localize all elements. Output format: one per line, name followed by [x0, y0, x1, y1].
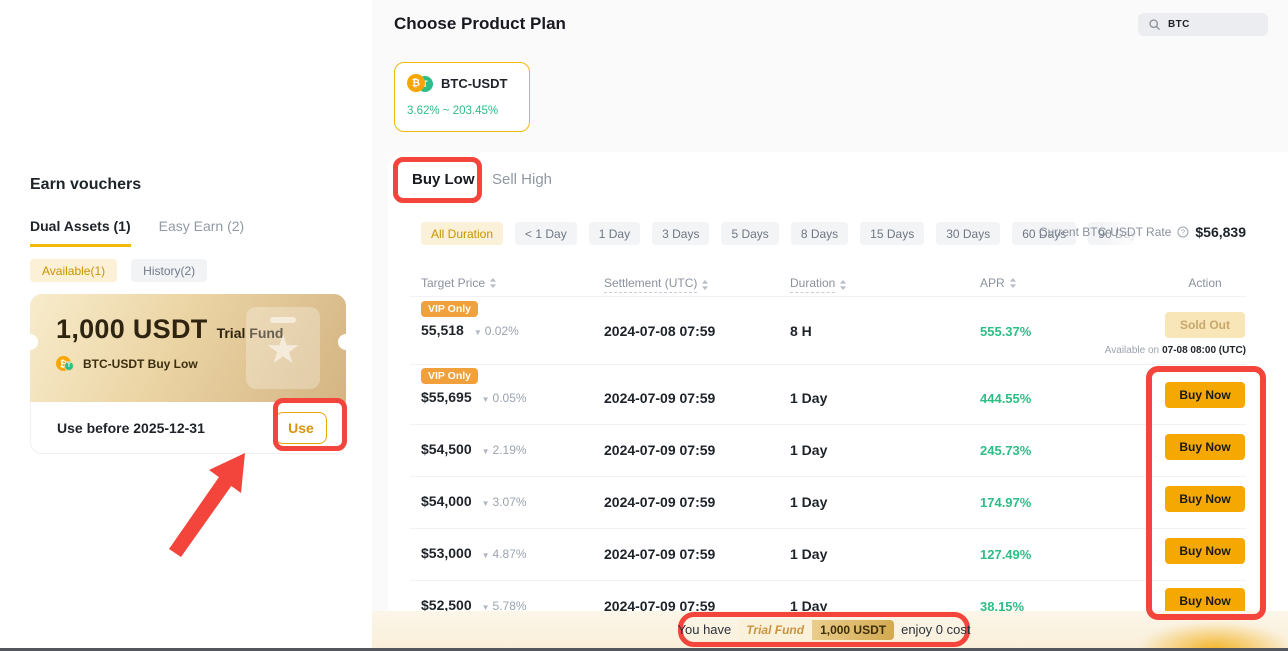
- use-button[interactable]: Use: [275, 412, 327, 444]
- apr-cell: 555.37%: [980, 324, 1031, 339]
- price-down-icon: ▼: [474, 328, 482, 337]
- table-row: $53,000▼4.87% 2024-07-09 07:59 1 Day 127…: [388, 540, 1288, 592]
- product-pair: BTC-USDT: [441, 76, 507, 91]
- chip-8-days[interactable]: 8 Days: [791, 222, 848, 245]
- filter-available[interactable]: Available(1): [30, 259, 117, 282]
- earn-vouchers-title: Earn vouchers: [30, 176, 141, 194]
- btc-usdt-pair-icon: ₿T: [407, 74, 433, 93]
- settlement-cell: 2024-07-09 07:59: [604, 494, 715, 510]
- settlement-cell: 2024-07-08 07:59: [604, 323, 715, 339]
- voucher-amount: 1,000 USDT: [56, 314, 208, 345]
- price-down-icon: ▼: [482, 499, 490, 508]
- chip-15-days[interactable]: 15 Days: [860, 222, 924, 245]
- chip-lt-1-day[interactable]: < 1 Day: [515, 222, 577, 245]
- voucher-product: BTC-USDT Buy Low: [83, 357, 198, 371]
- search-icon: [1148, 18, 1161, 31]
- target-price-cell: 55,518▼0.02%: [421, 322, 519, 338]
- vip-only-badge: VIP Only: [421, 301, 478, 317]
- header-target-price[interactable]: Target Price: [421, 276, 497, 290]
- sort-icon: [701, 279, 709, 291]
- buy-now-button[interactable]: Buy Now: [1165, 382, 1245, 408]
- vip-only-badge: VIP Only: [421, 368, 478, 384]
- page-title: Choose Product Plan: [394, 14, 566, 34]
- price-down-icon: ▼: [482, 395, 490, 404]
- search-value: BTC: [1168, 19, 1190, 30]
- filter-history[interactable]: History(2): [131, 259, 207, 282]
- chip-3-days[interactable]: 3 Days: [652, 222, 709, 245]
- settlement-cell: 2024-07-09 07:59: [604, 390, 715, 406]
- btc-usdt-coin-icon: ₿T: [56, 356, 76, 372]
- current-rate: Current BTC-USDT Rate ? $56,839: [1039, 224, 1246, 240]
- tab-buy-low[interactable]: Buy Low: [412, 171, 475, 188]
- buy-now-button[interactable]: Buy Now: [1165, 538, 1245, 564]
- chip-all-duration[interactable]: All Duration: [421, 222, 503, 245]
- apr-cell: 444.55%: [980, 391, 1031, 406]
- current-rate-label: Current BTC-USDT Rate: [1039, 225, 1171, 239]
- voucher-filters: Available(1) History(2): [30, 259, 207, 282]
- header-duration[interactable]: Duration: [790, 276, 847, 293]
- available-on-note: Available on07-08 08:00 (UTC): [1105, 345, 1246, 356]
- buy-now-button[interactable]: Buy Now: [1165, 434, 1245, 460]
- table-row: $54,500▼2.19% 2024-07-09 07:59 1 Day 245…: [388, 436, 1288, 488]
- header-action: Action: [1165, 276, 1245, 290]
- product-apr-range: 3.62% ~ 203.45%: [407, 105, 517, 117]
- sort-icon: [1009, 277, 1017, 289]
- chip-30-days[interactable]: 30 Days: [936, 222, 1000, 245]
- table-row: $54,000▼3.07% 2024-07-09 07:59 1 Day 174…: [388, 488, 1288, 540]
- product-card-btc-usdt[interactable]: ₿T BTC-USDT 3.62% ~ 203.45%: [394, 62, 530, 132]
- chip-5-days[interactable]: 5 Days: [721, 222, 778, 245]
- table-row: VIP Only $55,695▼0.05% 2024-07-09 07:59 …: [388, 368, 1288, 424]
- tab-sell-high[interactable]: Sell High: [492, 171, 552, 188]
- target-price-cell: $54,000▼3.07%: [421, 493, 527, 509]
- apr-cell: 174.97%: [980, 495, 1031, 510]
- sort-icon: [489, 277, 497, 289]
- tab-easy-earn[interactable]: Easy Earn (2): [159, 218, 245, 247]
- table-row: VIP Only 55,518▼0.02% 2024-07-08 07:59 8…: [388, 301, 1288, 363]
- sort-icon: [839, 279, 847, 291]
- apr-cell: 245.73%: [980, 443, 1031, 458]
- voucher-tabs: Dual Assets (1) Easy Earn (2): [30, 218, 244, 247]
- tab-dual-assets[interactable]: Dual Assets (1): [30, 218, 131, 247]
- target-price-cell: $54,500▼2.19%: [421, 441, 527, 457]
- header-settlement[interactable]: Settlement (UTC): [604, 276, 709, 293]
- header-apr[interactable]: APR: [980, 276, 1017, 290]
- duration-cell: 1 Day: [790, 390, 827, 406]
- buy-now-button[interactable]: Buy Now: [1165, 486, 1245, 512]
- ticket-icon: ★: [246, 307, 320, 389]
- target-price-cell: $55,695▼0.05%: [421, 389, 527, 405]
- screen: Earn vouchers Dual Assets (1) Easy Earn …: [0, 0, 1288, 651]
- svg-text:?: ?: [1181, 228, 1185, 237]
- footer-glow: [1135, 620, 1288, 651]
- duration-cell: 1 Day: [790, 494, 827, 510]
- duration-cell: 1 Day: [790, 442, 827, 458]
- duration-cell: 1 Day: [790, 546, 827, 562]
- apr-cell: 127.49%: [980, 547, 1031, 562]
- sold-out-button[interactable]: Sold Out: [1165, 312, 1245, 338]
- price-down-icon: ▼: [482, 447, 490, 456]
- voucher-card-top: 1,000 USDT Trial Fund ₿T BTC-USDT Buy Lo…: [30, 294, 346, 402]
- price-down-icon: ▼: [482, 551, 490, 560]
- target-price-cell: $53,000▼4.87%: [421, 545, 527, 561]
- annotation-arrow: [145, 425, 275, 565]
- duration-cell: 8 H: [790, 323, 812, 339]
- current-rate-value: $56,839: [1195, 224, 1246, 240]
- settlement-cell: 2024-07-09 07:59: [604, 442, 715, 458]
- chip-1-day[interactable]: 1 Day: [589, 222, 640, 245]
- info-icon[interactable]: ?: [1177, 226, 1189, 238]
- search-input[interactable]: BTC: [1138, 13, 1268, 36]
- settlement-cell: 2024-07-09 07:59: [604, 546, 715, 562]
